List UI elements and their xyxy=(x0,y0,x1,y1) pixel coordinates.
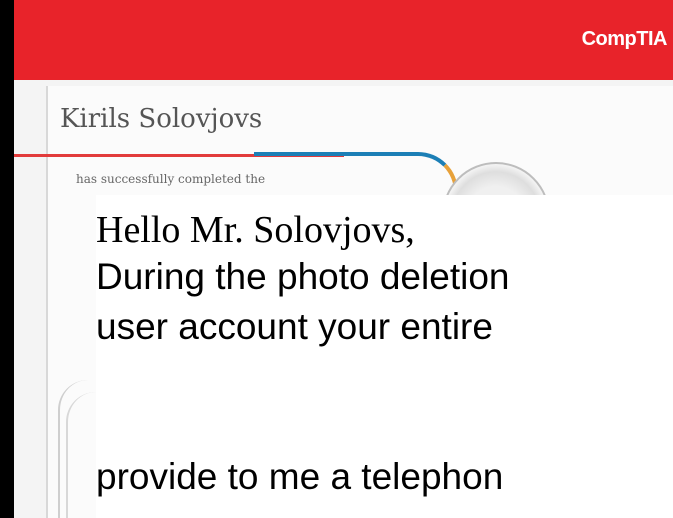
recipient-name: Kirils Solovjovs xyxy=(60,104,263,134)
message-line: provide to me a telephon xyxy=(96,456,504,497)
message-line: user account your entire xyxy=(96,306,493,347)
message-greeting: Hello Mr. Solovjovs, xyxy=(96,209,415,251)
message-line: During the photo deletion xyxy=(96,256,510,297)
completion-text: has successfully completed the xyxy=(76,172,266,186)
header-bar: CompTIA xyxy=(14,0,673,80)
brand-logo: CompTIA xyxy=(581,28,668,50)
